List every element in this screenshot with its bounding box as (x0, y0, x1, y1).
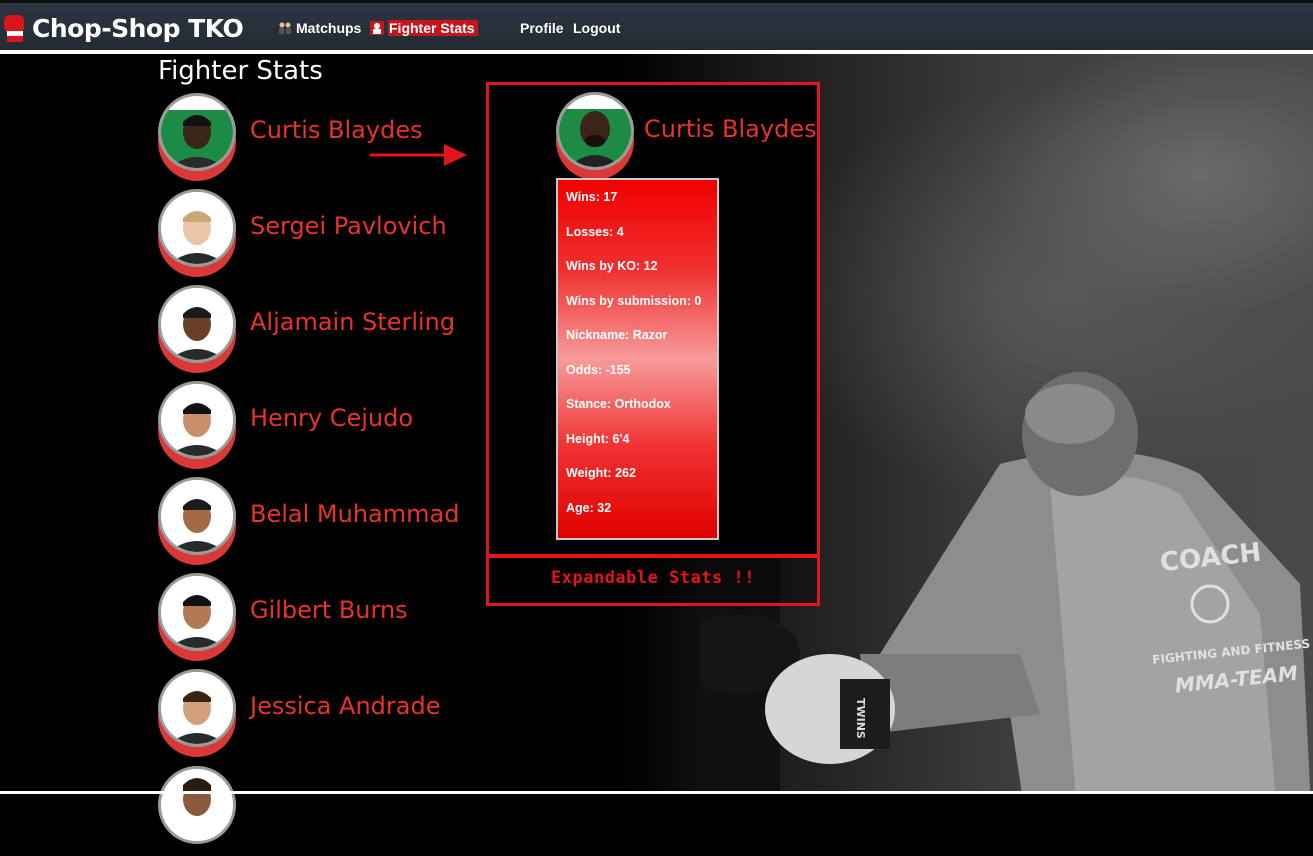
expandable-stats-label: Expandable Stats !! (551, 568, 755, 588)
page-title: Fighter Stats (158, 56, 323, 86)
fighter-avatar[interactable] (158, 669, 238, 759)
fighter-row[interactable]: Sergei Pavlovich (158, 189, 488, 279)
fighter-row[interactable]: Henry Cejudo (158, 381, 488, 471)
stats-box: Wins: 17 Losses: 4 Wins by KO: 12 Wins by s… (556, 178, 719, 540)
fighter-avatar[interactable] (158, 93, 238, 183)
avatar (158, 766, 236, 844)
fighter-stats-icon (370, 21, 384, 35)
stat-line: Wins by submission: 0 (566, 293, 702, 308)
nav-profile-label: Profile (520, 20, 564, 36)
selected-fighter-name: Curtis Blaydes (644, 115, 817, 143)
avatar (158, 93, 236, 171)
avatar (158, 669, 236, 747)
selected-fighter-avatar (556, 92, 634, 182)
avatar (158, 477, 236, 555)
stat-line: Height: 6'4 (566, 431, 630, 446)
brand[interactable]: Chop-Shop TKO (2, 11, 244, 45)
brand-title: Chop-Shop TKO (32, 13, 244, 43)
avatar (158, 285, 236, 363)
navbar-divider (0, 50, 1313, 54)
nav-matchups-label: Matchups (296, 20, 362, 36)
nav-fighter-stats[interactable]: Fighter Stats (370, 18, 478, 38)
fighter-row[interactable]: Curtis Blaydes (158, 93, 488, 183)
stat-line: Nickname: Razor (566, 328, 668, 342)
fighter-avatar[interactable] (158, 189, 238, 279)
fighter-name[interactable]: Gilbert Burns (250, 596, 408, 624)
fighter-row[interactable]: Gilbert Burns (158, 573, 488, 663)
fighter-row[interactable]: Belal Muhammad (158, 477, 488, 567)
stat-line: Wins: 17 (566, 190, 618, 204)
fighter-row[interactable]: Aljamain Sterling (158, 285, 488, 375)
fighters-icon (279, 22, 291, 34)
stats-footer: Expandable Stats !! (486, 555, 820, 606)
fighter-name[interactable]: Jessica Andrade (250, 692, 441, 720)
arrow-right-icon (370, 144, 467, 166)
avatar (158, 573, 236, 651)
fighter-avatar[interactable] (158, 285, 238, 375)
avatar (158, 189, 236, 267)
nav-logout[interactable]: Logout (573, 18, 620, 38)
fighter-name[interactable]: Aljamain Sterling (250, 308, 455, 336)
avatar (556, 92, 634, 170)
fighter-avatar[interactable] (158, 573, 238, 663)
fighter-name[interactable]: Belal Muhammad (250, 500, 459, 528)
stat-line: Losses: 4 (566, 224, 624, 239)
fighter-name[interactable]: Sergei Pavlovich (250, 212, 447, 240)
boxing-glove-icon (4, 15, 24, 42)
nav-matchups[interactable]: Matchups (278, 18, 361, 38)
svg-text:TWINS: TWINS (854, 698, 867, 739)
stat-line: Odds: -155 (566, 362, 631, 377)
stat-line: Age: 32 (566, 500, 612, 515)
stat-line: Weight: 262 (566, 466, 636, 480)
fighter-name[interactable]: Henry Cejudo (250, 404, 413, 432)
nav-fighter-stats-label: Fighter Stats (388, 20, 478, 36)
stat-line: Stance: Orthodox (566, 397, 671, 411)
nav-profile[interactable]: Profile (520, 18, 564, 38)
fighter-avatar-partial[interactable] (158, 766, 238, 856)
navbar: Chop-Shop TKO Matchups Fighter Stats Pro… (0, 0, 1313, 50)
stat-line: Wins by KO: 12 (566, 259, 658, 273)
fighter-avatar[interactable] (158, 477, 238, 567)
avatar (158, 381, 236, 459)
fighter-name[interactable]: Curtis Blaydes (250, 116, 423, 144)
nav-logout-label: Logout (573, 20, 621, 36)
fighter-avatar[interactable] (158, 381, 238, 471)
fighter-row[interactable]: Jessica Andrade (158, 669, 488, 759)
